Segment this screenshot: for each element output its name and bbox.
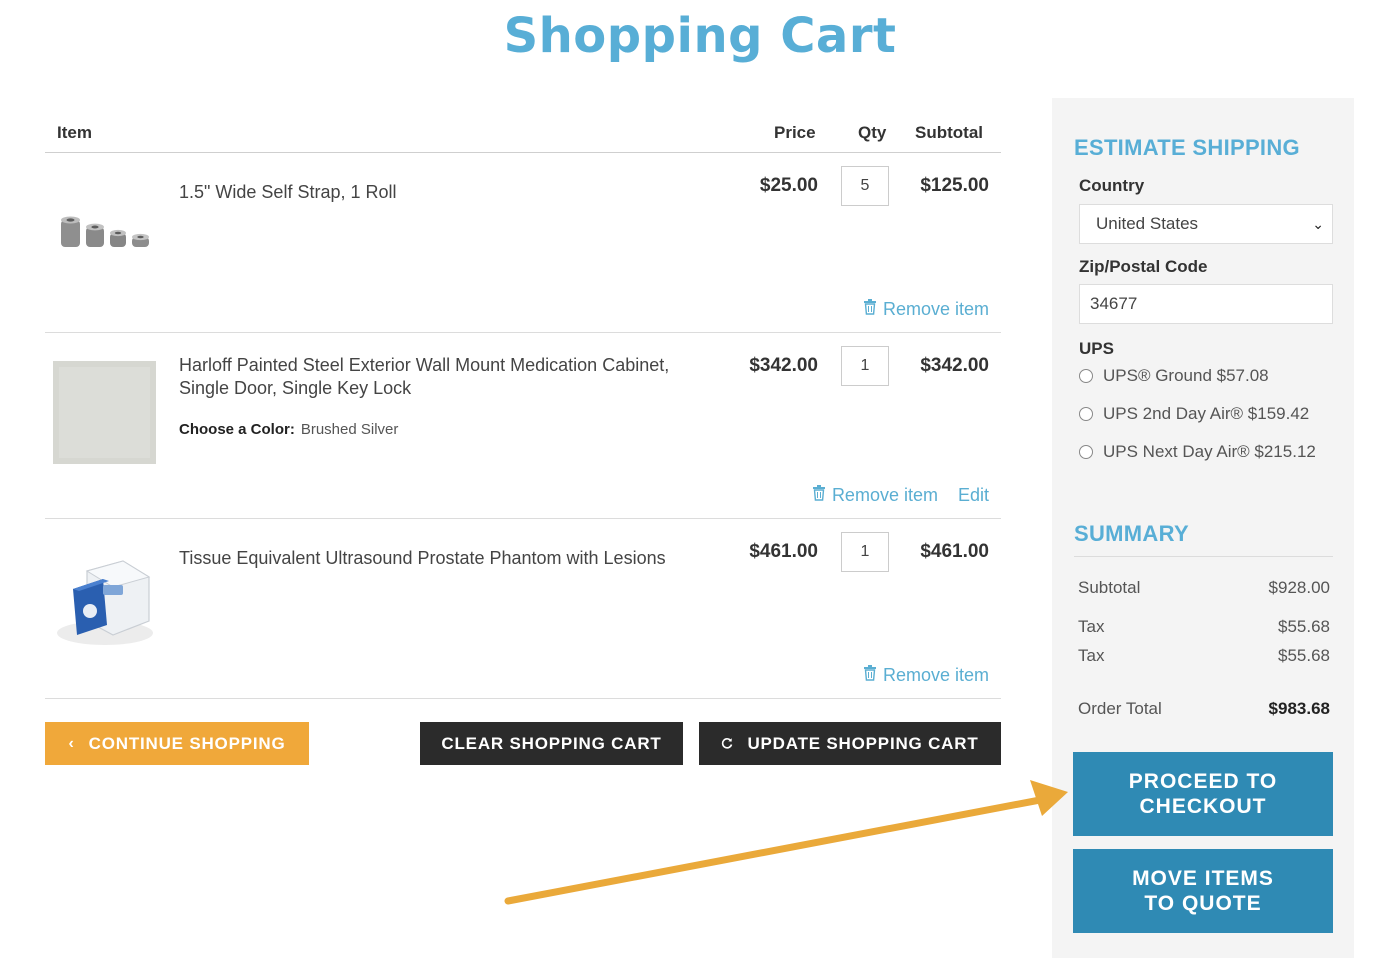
chevron-down-icon: ⌄ bbox=[1312, 216, 1324, 232]
shipping-option-label: UPS Next Day Air® $215.12 bbox=[1103, 442, 1316, 461]
zip-label: Zip/Postal Code bbox=[1079, 257, 1208, 276]
summary-row-tax: Tax $55.68 bbox=[1078, 617, 1330, 637]
continue-shopping-label: CONTINUE SHOPPING bbox=[88, 733, 286, 753]
qty-input[interactable]: 1 bbox=[841, 346, 889, 386]
radio-button[interactable] bbox=[1079, 369, 1093, 383]
item-option: Choose a Color: Brushed Silver bbox=[179, 421, 398, 438]
shipping-option-2nd-day[interactable]: UPS 2nd Day Air® $159.42 bbox=[1079, 404, 1309, 424]
country-label: Country bbox=[1079, 176, 1145, 195]
summary-heading: SUMMARY bbox=[1074, 521, 1189, 546]
item-price: $342.00 bbox=[749, 355, 818, 376]
item-name[interactable]: 1.5" Wide Self Strap, 1 Roll bbox=[179, 181, 699, 204]
option-label: Choose a Color: bbox=[179, 421, 295, 438]
header-qty: Qty bbox=[858, 123, 887, 142]
header-subtotal: Subtotal bbox=[915, 123, 983, 142]
shipping-option-next-day[interactable]: UPS Next Day Air® $215.12 bbox=[1079, 442, 1316, 462]
item-actions: Remove item bbox=[863, 299, 989, 320]
item-price: $25.00 bbox=[759, 175, 818, 196]
remove-item-label: Remove item bbox=[831, 485, 938, 505]
summary-divider bbox=[1074, 556, 1333, 557]
summary-label: Tax bbox=[1078, 617, 1105, 636]
update-cart-button[interactable]: UPDATE SHOPPING CART bbox=[699, 722, 1001, 765]
shipping-option-label: UPS® Ground $57.08 bbox=[1103, 366, 1269, 385]
cart-table: Item Price Qty Subtotal 1.5" Wide Self S… bbox=[45, 98, 1001, 699]
remove-item-button[interactable]: Remove item bbox=[863, 299, 989, 320]
product-image-cabinet[interactable] bbox=[53, 361, 156, 464]
refresh-icon bbox=[721, 734, 733, 754]
chevron-left-icon: ‹ bbox=[68, 734, 75, 752]
remove-item-label: Remove item bbox=[882, 299, 989, 319]
estimate-shipping-heading: ESTIMATE SHIPPING bbox=[1074, 135, 1300, 160]
country-select-value: United States bbox=[1096, 214, 1199, 233]
item-price: $461.00 bbox=[749, 541, 818, 562]
item-name[interactable]: Harloff Painted Steel Exterior Wall Moun… bbox=[179, 354, 699, 400]
radio-button[interactable] bbox=[1079, 445, 1093, 459]
cart-row: 1.5" Wide Self Strap, 1 Roll $25.00 5 $1… bbox=[45, 153, 1001, 333]
option-value: Brushed Silver bbox=[300, 421, 399, 438]
order-total-value: $983.68 bbox=[1268, 699, 1330, 718]
item-subtotal: $461.00 bbox=[920, 541, 989, 562]
summary-label: Subtotal bbox=[1078, 578, 1141, 597]
cart-row: Harloff Painted Steel Exterior Wall Moun… bbox=[45, 333, 1001, 519]
summary-label: Tax bbox=[1078, 646, 1105, 665]
product-image-strap[interactable] bbox=[53, 183, 156, 286]
summary-value: $55.68 bbox=[1278, 646, 1330, 665]
country-select[interactable]: United States ⌄ bbox=[1079, 204, 1333, 244]
proceed-to-checkout-button[interactable]: PROCEED TO CHECKOUT bbox=[1073, 752, 1333, 836]
order-total-label: Order Total bbox=[1078, 699, 1162, 718]
item-name[interactable]: Tissue Equivalent Ultrasound Prostate Ph… bbox=[179, 547, 699, 570]
radio-button[interactable] bbox=[1079, 407, 1093, 421]
move-items-to-quote-button[interactable]: MOVE ITEMS TO QUOTE bbox=[1073, 849, 1333, 933]
update-cart-label: UPDATE SHOPPING CART bbox=[747, 733, 979, 753]
item-subtotal: $125.00 bbox=[920, 175, 989, 196]
summary-row-order-total: Order Total $983.68 bbox=[1078, 699, 1330, 719]
header-item: Item bbox=[57, 123, 92, 142]
zip-input[interactable]: 34677 bbox=[1079, 284, 1333, 324]
summary-value: $928.00 bbox=[1268, 578, 1330, 597]
item-subtotal: $342.00 bbox=[920, 355, 989, 376]
trash-icon bbox=[863, 665, 877, 686]
remove-item-label: Remove item bbox=[882, 665, 989, 685]
remove-item-button[interactable]: Remove item bbox=[863, 665, 989, 686]
trash-icon bbox=[863, 299, 877, 320]
shipping-option-ground[interactable]: UPS® Ground $57.08 bbox=[1079, 366, 1269, 386]
move-items-to-quote-label: MOVE ITEMS TO QUOTE bbox=[1132, 867, 1274, 915]
header-price: Price bbox=[774, 123, 816, 142]
item-actions: Remove item Edit bbox=[812, 485, 989, 506]
qty-input[interactable]: 5 bbox=[841, 166, 889, 206]
trash-icon bbox=[812, 485, 826, 506]
shipping-option-label: UPS 2nd Day Air® $159.42 bbox=[1103, 404, 1310, 423]
carrier-label: UPS bbox=[1079, 339, 1114, 358]
edit-item-link[interactable]: Edit bbox=[958, 485, 989, 506]
summary-value: $55.68 bbox=[1278, 617, 1330, 636]
summary-row-tax: Tax $55.68 bbox=[1078, 646, 1330, 666]
cart-table-header: Item Price Qty Subtotal bbox=[45, 98, 1001, 153]
proceed-to-checkout-label: PROCEED TO CHECKOUT bbox=[1128, 770, 1278, 818]
remove-item-button[interactable]: Remove item bbox=[812, 485, 938, 506]
cart-row: Tissue Equivalent Ultrasound Prostate Ph… bbox=[45, 519, 1001, 699]
product-image-phantom[interactable] bbox=[53, 549, 156, 652]
item-actions: Remove item bbox=[863, 665, 989, 686]
continue-shopping-button[interactable]: ‹ CONTINUE SHOPPING bbox=[45, 722, 309, 765]
summary-row-subtotal: Subtotal $928.00 bbox=[1078, 578, 1330, 598]
page-title: Shopping Cart bbox=[503, 8, 897, 64]
cart-sidebar: ESTIMATE SHIPPING Country United States … bbox=[1052, 98, 1354, 958]
clear-cart-button[interactable]: CLEAR SHOPPING CART bbox=[420, 722, 683, 765]
qty-input[interactable]: 1 bbox=[841, 532, 889, 572]
